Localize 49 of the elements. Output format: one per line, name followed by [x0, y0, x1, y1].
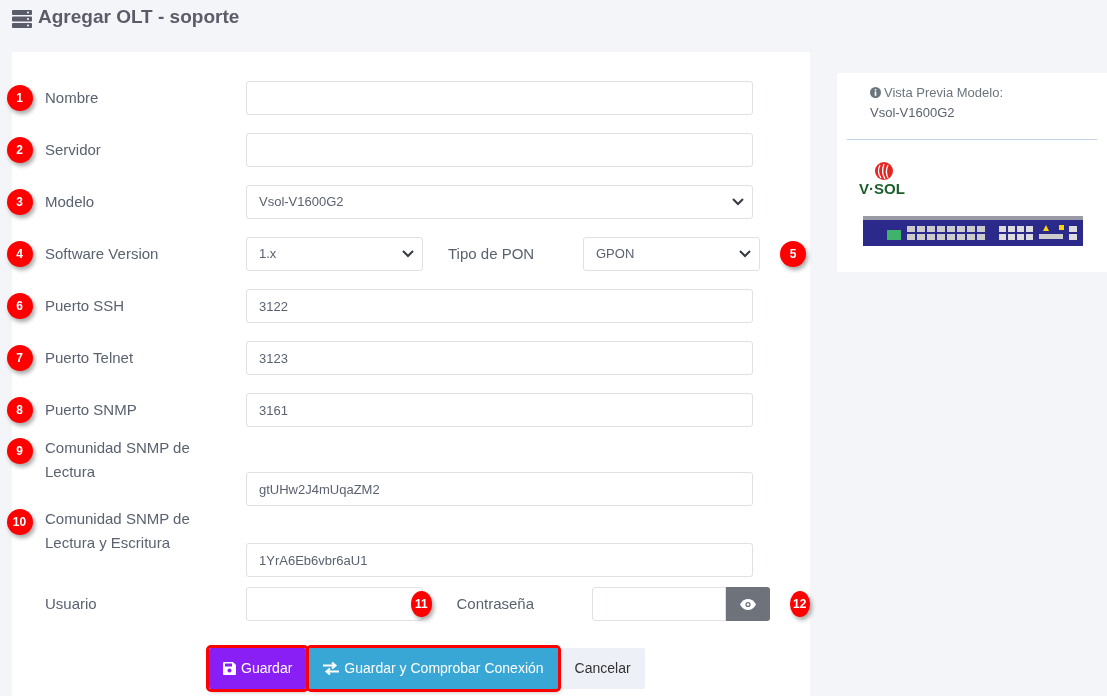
field-label: Puerto SNMP — [45, 400, 138, 420]
step-marker: 12 — [789, 591, 810, 617]
step-marker: 10 — [6, 509, 33, 535]
step-marker: 6 — [6, 293, 33, 319]
step-marker: 11 — [411, 591, 432, 617]
password-field[interactable] — [591, 587, 726, 621]
select-field[interactable]: GPON — [583, 237, 760, 271]
preview-model: Vsol-V1600G2 — [869, 104, 956, 122]
input-field[interactable]: gtUHw2J4mUqaZM2 — [246, 472, 753, 506]
field-label: Comunidad SNMP de Lectura y Escritura — [45, 509, 191, 553]
field-label: Modelo — [45, 192, 96, 212]
input-field[interactable]: 3161 — [246, 393, 753, 427]
field-label: Puerto SSH — [45, 296, 126, 316]
field-label: Puerto Telnet — [45, 348, 135, 368]
page-title: Agregar OLT - soporte — [38, 6, 240, 29]
input-field[interactable]: 1YrA6Eb6vbr6aU1 — [246, 543, 753, 577]
input-field[interactable] — [246, 81, 753, 115]
cancel-button[interactable]: Cancelar — [560, 648, 645, 689]
step-marker: 2 — [6, 137, 33, 163]
save-button[interactable]: Guardar — [209, 648, 307, 689]
field-label: Usuario — [45, 594, 98, 614]
field-label: Servidor — [45, 140, 102, 160]
step-marker: 1 — [6, 85, 33, 111]
step-marker: 7 — [6, 345, 33, 371]
swap-arrows-icon — [323, 662, 340, 675]
field-label: Comunidad SNMP de Lectura — [45, 438, 191, 482]
select-field[interactable]: Vsol-V1600G2 — [246, 185, 753, 219]
step-marker: 5 — [780, 241, 806, 267]
preview-heading: Vista Previa Modelo: — [847, 83, 1097, 103]
field-label: Contraseña — [456, 594, 536, 614]
step-marker: 3 — [6, 189, 33, 215]
caret-icon — [402, 250, 414, 258]
field-label: Nombre — [45, 88, 100, 108]
logo-mark-icon — [875, 161, 893, 180]
step-marker: 8 — [6, 397, 33, 423]
caret-icon — [732, 198, 744, 206]
field-label: Tipo de PON — [448, 244, 536, 264]
select-field[interactable]: 1.x — [246, 237, 423, 271]
input-field[interactable] — [246, 133, 753, 167]
eye-icon — [739, 598, 756, 610]
step-marker: 9 — [6, 438, 33, 464]
step-marker: 4 — [6, 241, 33, 267]
input-field[interactable]: 3122 — [246, 289, 753, 323]
logo-text: V·SOL — [859, 180, 905, 196]
caret-icon — [739, 250, 751, 258]
field-label: Software Version — [45, 244, 160, 264]
info-icon — [870, 87, 881, 99]
show-password-button[interactable] — [725, 587, 770, 621]
input-field[interactable]: 3123 — [246, 341, 753, 375]
